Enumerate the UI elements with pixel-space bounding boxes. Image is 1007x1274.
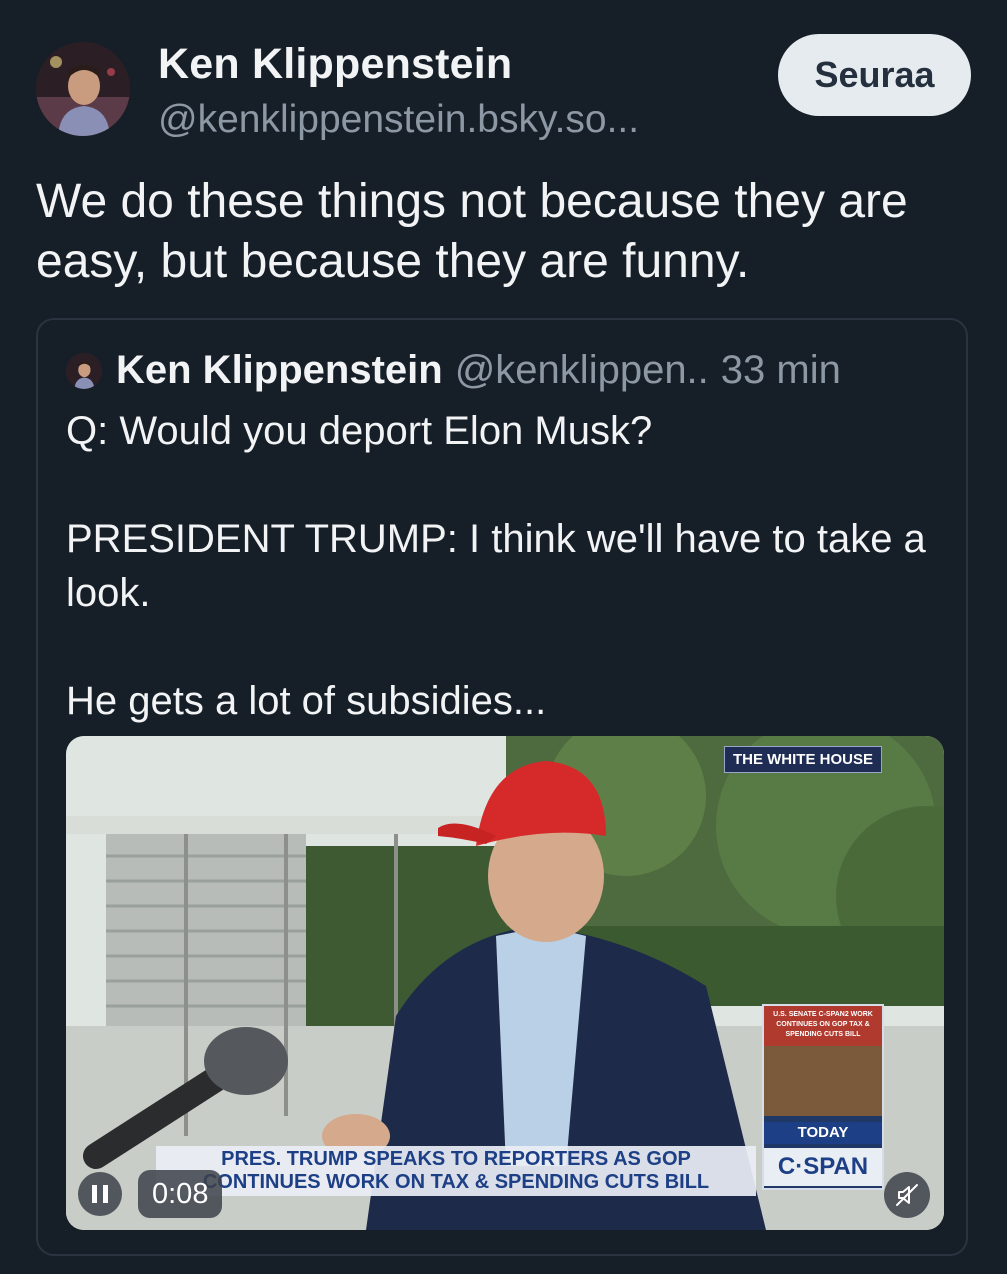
- quote-author-name: Ken Klippenstein: [116, 348, 443, 392]
- pause-button[interactable]: [78, 1172, 122, 1216]
- author-avatar[interactable]: [36, 42, 130, 136]
- video-player[interactable]: THE WHITE HOUSE U.S. SENATE C-SPAN2 WORK…: [66, 736, 944, 1230]
- mute-button[interactable]: [884, 1172, 930, 1218]
- pause-icon: [92, 1185, 108, 1203]
- chyron-line-2: CONTINUES WORK ON TAX & SPENDING CUTS BI…: [202, 1171, 710, 1193]
- quoted-post[interactable]: Ken Klippenstein @kenklippen.. 33 min Q: W…: [36, 318, 968, 1256]
- quote-avatar-image: [66, 353, 102, 389]
- avatar-image: [36, 42, 130, 136]
- cspan-inset-caption: U.S. SENATE C-SPAN2 WORK CONTINUES ON GO…: [764, 1006, 882, 1046]
- post-text: We do these things not because they are …: [36, 175, 908, 288]
- author-display-name[interactable]: Ken Klippenstein: [158, 40, 512, 89]
- follow-button[interactable]: Seuraa: [778, 34, 971, 116]
- quote-header: Ken Klippenstein @kenklippen.. 33 min: [116, 348, 841, 393]
- news-chyron: PRES. TRUMP SPEAKS TO REPORTERS AS GOP C…: [156, 1146, 756, 1196]
- cspan-today-label: TODAY: [764, 1122, 882, 1144]
- author-handle[interactable]: @kenklippenstein.bsky.so...: [158, 98, 639, 142]
- post: Ken Klippenstein @kenklippenstein.bsky.s…: [0, 0, 1007, 1274]
- quote-author-handle: @kenklippen..: [454, 348, 709, 392]
- chyron-line-1: PRES. TRUMP SPEAKS TO REPORTERS AS GOP: [221, 1148, 691, 1170]
- cspan-logo: C·SPAN: [764, 1148, 882, 1186]
- location-badge: THE WHITE HOUSE: [723, 746, 882, 773]
- senate-chamber-thumbnail: [764, 1046, 882, 1116]
- elapsed-time: 0:08: [138, 1170, 223, 1218]
- quote-timestamp: 33 min: [720, 348, 841, 392]
- quote-text: Q: Would you deport Elon Musk? PRESIDENT…: [66, 409, 926, 723]
- cspan-inset: U.S. SENATE C-SPAN2 WORK CONTINUES ON GO…: [762, 1004, 884, 1190]
- quote-author-avatar: [66, 353, 102, 389]
- muted-speaker-icon: [896, 1184, 918, 1206]
